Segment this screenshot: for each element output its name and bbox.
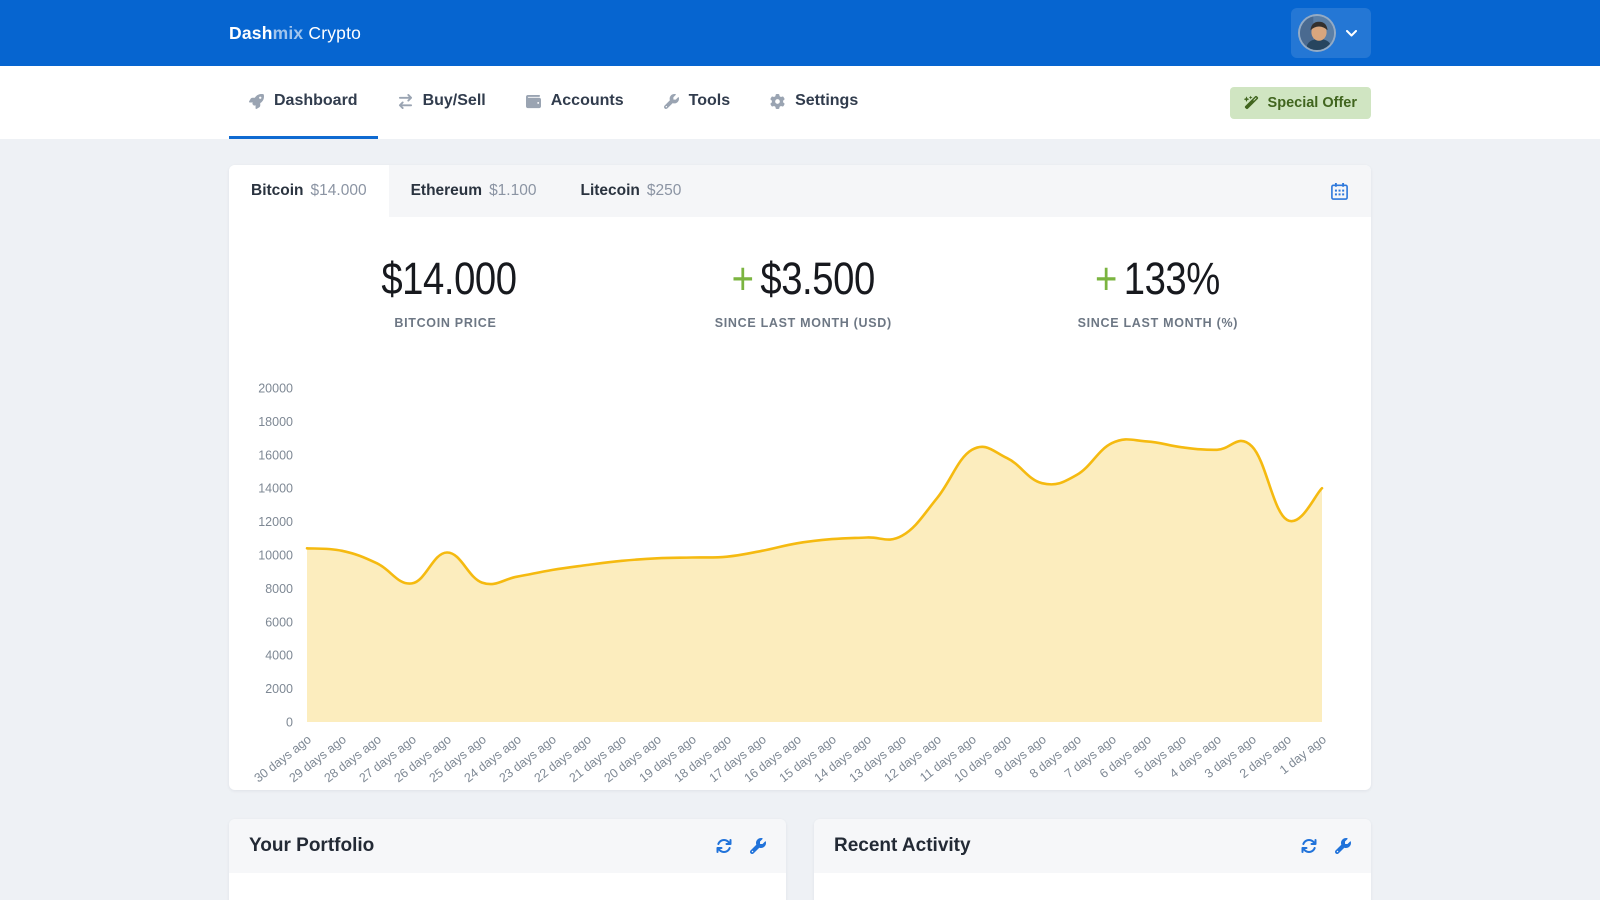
brand-suffix: Crypto <box>308 23 361 43</box>
stat-prefix: + <box>732 253 754 304</box>
stat-label: BITCOIN PRICE <box>362 316 529 330</box>
panel-title: Your Portfolio <box>249 835 374 857</box>
nav-item-accounts[interactable]: Accounts <box>506 66 644 139</box>
magic-wand-icon <box>1244 95 1259 110</box>
nav-label: Settings <box>795 92 858 110</box>
stat-prefix: + <box>1095 253 1117 304</box>
special-offer-label: Special Offer <box>1268 95 1357 111</box>
calendar-icon <box>1330 182 1349 201</box>
stat-value: $3.500 <box>760 253 874 304</box>
app-header: DashmixCrypto <box>0 0 1600 66</box>
svg-text:14000: 14000 <box>258 482 293 496</box>
wallet-icon <box>526 94 541 109</box>
svg-text:16000: 16000 <box>258 448 293 462</box>
stat-label: SINCE LAST MONTH (%) <box>1078 316 1239 330</box>
nav-item-tools[interactable]: Tools <box>644 66 750 139</box>
special-offer-button[interactable]: Special Offer <box>1230 87 1371 119</box>
portfolio-panel-body <box>229 873 786 900</box>
svg-text:12000: 12000 <box>258 515 293 529</box>
rocket-icon <box>249 94 264 109</box>
user-menu-button[interactable] <box>1291 8 1371 58</box>
tab-coin-price: $1.100 <box>489 182 536 200</box>
tab-litecoin[interactable]: Litecoin $250 <box>558 165 703 217</box>
nav-label: Buy/Sell <box>423 92 486 110</box>
avatar <box>1298 14 1336 52</box>
stat-label: SINCE LAST MONTH (USD) <box>715 316 892 330</box>
stat-bitcoin-price: $14.000 BITCOIN PRICE <box>362 253 529 330</box>
brand-logo[interactable]: DashmixCrypto <box>229 23 361 44</box>
svg-text:0: 0 <box>286 716 293 730</box>
tab-coin-name: Ethereum <box>411 182 483 200</box>
refresh-icon <box>1301 838 1317 854</box>
nav-item-dashboard[interactable]: Dashboard <box>229 66 378 139</box>
wrench-icon <box>664 94 679 109</box>
svg-text:20000: 20000 <box>258 382 293 396</box>
crypto-tabbar: Bitcoin $14.000 Ethereum $1.100 Litecoin… <box>229 165 1371 217</box>
wrench-icon <box>1335 838 1351 854</box>
panel-title: Recent Activity <box>834 835 971 857</box>
price-area-chart: 0 2000 4000 6000 8000 10000 12000 14000 16000 180… <box>229 360 1371 790</box>
tab-coin-price: $14.000 <box>311 182 367 200</box>
svg-text:6000: 6000 <box>265 615 293 629</box>
chevron-down-icon <box>1346 30 1357 37</box>
stats-row: $14.000 BITCOIN PRICE +$3.500 SINCE LAST… <box>229 217 1371 360</box>
stat-change-percent: +133% SINCE LAST MONTH (%) <box>1078 253 1239 330</box>
main-navigation: Dashboard Buy/Sell Accounts Tools Settin… <box>0 66 1600 139</box>
price-chart-area: 0 2000 4000 6000 8000 10000 12000 14000 16000 180… <box>229 360 1371 790</box>
refresh-icon <box>716 838 732 854</box>
svg-text:10000: 10000 <box>258 549 293 563</box>
refresh-button[interactable] <box>716 838 732 854</box>
settings-wrench-button[interactable] <box>750 838 766 854</box>
portfolio-panel-header: Your Portfolio <box>229 819 786 873</box>
exchange-icon <box>398 94 413 109</box>
nav-label: Dashboard <box>274 92 358 110</box>
crypto-overview-card: Bitcoin $14.000 Ethereum $1.100 Litecoin… <box>229 165 1371 790</box>
stat-value: 133% <box>1124 253 1220 304</box>
tab-ethereum[interactable]: Ethereum $1.100 <box>389 165 559 217</box>
portfolio-panel: Your Portfolio <box>229 819 786 900</box>
nav-item-buy-sell[interactable]: Buy/Sell <box>378 66 506 139</box>
brand-bold: Dash <box>229 23 273 43</box>
refresh-button[interactable] <box>1301 838 1317 854</box>
calendar-button[interactable] <box>1324 176 1371 207</box>
svg-text:18000: 18000 <box>258 415 293 429</box>
svg-text:4000: 4000 <box>265 649 293 663</box>
tab-coin-price: $250 <box>647 182 681 200</box>
nav-item-settings[interactable]: Settings <box>750 66 878 139</box>
nav-label: Accounts <box>551 92 624 110</box>
gear-icon <box>770 94 785 109</box>
nav-label: Tools <box>689 92 730 110</box>
tab-bitcoin[interactable]: Bitcoin $14.000 <box>229 165 389 217</box>
settings-wrench-button[interactable] <box>1335 838 1351 854</box>
recent-activity-panel-body <box>814 873 1371 900</box>
recent-activity-panel-header: Recent Activity <box>814 819 1371 873</box>
stat-value: $14.000 <box>381 253 516 304</box>
wrench-icon <box>750 838 766 854</box>
svg-text:2000: 2000 <box>265 682 293 696</box>
page-content: Bitcoin $14.000 Ethereum $1.100 Litecoin… <box>0 139 1600 900</box>
stat-change-usd: +$3.500 SINCE LAST MONTH (USD) <box>715 253 892 330</box>
svg-text:8000: 8000 <box>265 582 293 596</box>
brand-mid: mix <box>273 23 304 43</box>
recent-activity-panel: Recent Activity <box>814 819 1371 900</box>
tab-coin-name: Bitcoin <box>251 182 304 200</box>
tab-coin-name: Litecoin <box>580 182 639 200</box>
bottom-panels-row: Your Portfolio Recent Activity <box>229 819 1371 900</box>
